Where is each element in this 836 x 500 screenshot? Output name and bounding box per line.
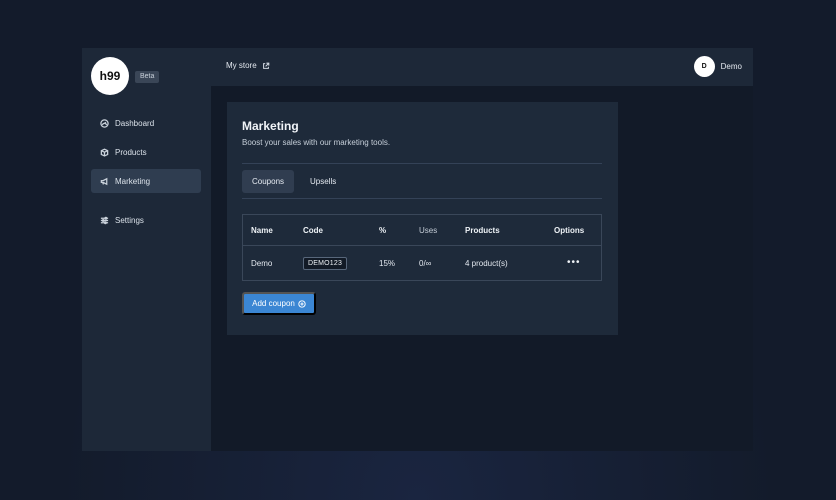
logo[interactable]: h99	[91, 57, 129, 95]
col-name[interactable]: Name	[251, 226, 273, 235]
more-options-icon[interactable]: •••	[567, 258, 581, 268]
tab-bar: Coupons Upsells	[242, 170, 352, 193]
page-subtitle: Boost your sales with our marketing tool…	[242, 138, 391, 147]
col-percent[interactable]: %	[379, 226, 386, 235]
plus-circle-icon	[298, 299, 306, 308]
add-coupon-button[interactable]: Add coupon	[242, 292, 316, 315]
app-window: h99 Beta Dashboard Products Marketing Se…	[82, 48, 753, 451]
add-coupon-label: Add coupon	[252, 299, 295, 308]
my-store-link[interactable]: My store	[226, 61, 270, 70]
coupon-code[interactable]: DEMO123	[303, 256, 348, 270]
divider	[242, 198, 602, 199]
beta-badge: Beta	[135, 71, 160, 83]
sidebar-item-label: Products	[115, 147, 147, 157]
topbar: My store D Demo	[211, 48, 753, 86]
col-uses[interactable]: Uses	[419, 226, 437, 235]
table-header: Name Code % Uses Products Options	[243, 215, 601, 246]
avatar: D	[693, 56, 715, 77]
sidebar-item-settings[interactable]: Settings	[91, 208, 201, 232]
my-store-label: My store	[226, 61, 257, 70]
sliders-icon	[99, 215, 109, 225]
external-link-icon	[262, 62, 269, 69]
sidebar-nav: Dashboard Products Marketing Settings	[91, 111, 201, 237]
coupon-uses: 0/∞	[419, 258, 432, 268]
tab-coupons[interactable]: Coupons	[242, 170, 295, 193]
coupon-products: 4 product(s)	[465, 258, 508, 268]
sidebar-item-dashboard[interactable]: Dashboard	[91, 111, 201, 135]
coupon-name: Demo	[251, 258, 273, 268]
coupons-table: Name Code % Uses Products Options Demo D…	[242, 214, 602, 281]
tab-upsells[interactable]: Upsells	[300, 170, 346, 193]
divider	[242, 163, 602, 164]
backdrop: h99 Beta Dashboard Products Marketing Se…	[0, 0, 836, 500]
col-options: Options	[554, 225, 585, 235]
sidebar-item-marketing[interactable]: Marketing	[91, 169, 201, 193]
sidebar-item-products[interactable]: Products	[91, 140, 201, 164]
user-menu[interactable]: D Demo	[693, 56, 742, 77]
dashboard-icon	[99, 118, 109, 128]
table-row[interactable]: Demo DEMO123 15% 0/∞ 4 product(s) •••	[243, 246, 601, 280]
user-name: Demo	[720, 62, 742, 71]
sidebar-item-label: Marketing	[115, 176, 151, 186]
page-title: Marketing	[242, 119, 299, 133]
box-icon	[99, 147, 109, 157]
sidebar-item-label: Settings	[115, 215, 144, 225]
col-products[interactable]: Products	[465, 226, 500, 235]
sidebar-item-label: Dashboard	[115, 118, 155, 128]
col-code[interactable]: Code	[303, 226, 323, 235]
marketing-card: Marketing Boost your sales with our mark…	[227, 102, 618, 335]
megaphone-icon	[99, 176, 109, 186]
coupon-percent: 15%	[379, 258, 396, 268]
sidebar: h99 Beta Dashboard Products Marketing Se…	[82, 48, 211, 451]
